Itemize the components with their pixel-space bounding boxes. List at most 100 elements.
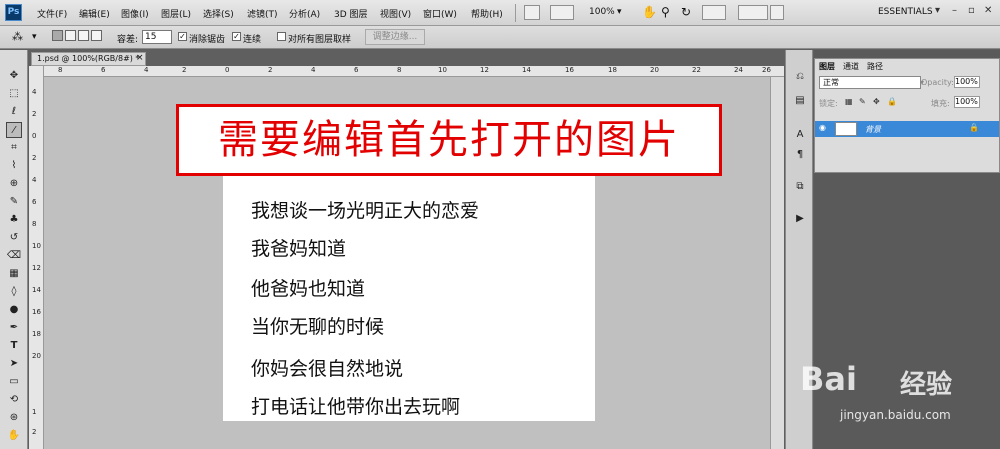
refine-edge-button[interactable]: 调整边缘... (365, 29, 425, 45)
view-extras-button[interactable] (550, 5, 574, 20)
workspace-switcher[interactable]: ESSENTIALS (878, 7, 933, 17)
actions-panel-icon[interactable]: ▤ (793, 94, 807, 108)
minimize-icon[interactable]: – (952, 5, 957, 16)
antialias-label: 消除锯齿 (189, 35, 226, 45)
fill-input[interactable]: 100% (954, 96, 980, 108)
preset-chevron-icon[interactable]: ▾ (32, 32, 37, 42)
menu-filter[interactable]: 滤镜(T) (247, 7, 278, 20)
blend-mode-select[interactable]: 正常 (819, 76, 921, 89)
chevron-down-icon[interactable]: ▾ (617, 7, 622, 17)
watermark-brand: Bai (800, 360, 857, 398)
lock-transparent-icon[interactable]: ▦ (845, 97, 853, 106)
blur-tool-icon[interactable]: ◊ (6, 284, 22, 300)
screen-mode-option-button[interactable] (770, 5, 784, 20)
ruler-tick-label: 6 (354, 66, 359, 74)
screen-mode-button[interactable] (738, 5, 768, 20)
poem-line: 我爸妈知道 (251, 238, 347, 260)
opacity-input[interactable]: 100% (954, 76, 980, 88)
3d-orbit-tool-icon[interactable]: ⊛ (6, 410, 22, 426)
magic-wand-preset-icon[interactable]: ⁂ (12, 30, 23, 43)
document-close-icon[interactable]: × (136, 53, 144, 63)
marquee-tool-icon[interactable]: ⬚ (6, 86, 22, 102)
document-image[interactable]: 我想谈一场光明正大的恋爱 我爸妈知道 他爸妈也知道 当你无聊的时候 你妈会很自然… (223, 176, 595, 421)
intersect-selection-icon[interactable] (91, 30, 102, 41)
move-tool-icon[interactable]: ✥ (6, 68, 22, 84)
layer-row-background[interactable]: ◉ 背景 🔒 (815, 121, 999, 137)
menu-view[interactable]: 视图(V) (380, 7, 411, 20)
zoom-level[interactable]: 100% (589, 7, 615, 17)
lock-position-icon[interactable]: ✥ (873, 97, 880, 106)
arrange-documents-button[interactable] (702, 5, 726, 20)
menu-file[interactable]: 文件(F) (37, 7, 67, 20)
history-panel-icon[interactable]: ⎌ (793, 70, 807, 84)
magic-wand-tool-icon[interactable]: ⁄ (6, 122, 22, 138)
tab-layers[interactable]: 图层 (819, 61, 835, 72)
tab-channels[interactable]: 通道 (843, 61, 859, 72)
ruler-tick-label: 16 (565, 66, 574, 74)
menu-3d-layer[interactable]: 3D 图层 (334, 7, 368, 20)
path-selection-tool-icon[interactable]: ➤ (6, 356, 22, 372)
animation-panel-icon[interactable]: ▶ (793, 212, 807, 226)
crop-tool-icon[interactable]: ⌗ (6, 140, 22, 156)
ruler-tick-label: 2 (32, 428, 37, 436)
layer-lock-icon: 🔒 (969, 123, 979, 132)
ruler-tick-label: 2 (268, 66, 273, 74)
3d-rotate-tool-icon[interactable]: ⟲ (6, 392, 22, 408)
visibility-eye-icon[interactable]: ◉ (819, 123, 826, 132)
dodge-tool-icon[interactable]: ● (6, 302, 22, 318)
options-bar: ⁂ ▾ 容差: 15 ✓ 消除锯齿 ✓ 连续 对所有图层取样 调整边缘... (0, 26, 1000, 49)
type-tool-icon[interactable]: T (6, 338, 22, 354)
sample-all-layers-checkbox[interactable] (277, 32, 286, 41)
ruler-tick-label: 8 (397, 66, 402, 74)
hand-tool-icon[interactable]: ✋ (6, 428, 22, 444)
menu-image[interactable]: 图像(I) (121, 7, 149, 20)
eyedropper-tool-icon[interactable]: ⌇ (6, 158, 22, 174)
healing-brush-tool-icon[interactable]: ⊕ (6, 176, 22, 192)
menu-window[interactable]: 窗口(W) (423, 7, 457, 20)
annotation-banner: 需要编辑首先打开的图片 (176, 104, 722, 176)
lock-all-icon[interactable]: 🔒 (887, 97, 897, 106)
poem-line: 我想谈一场光明正大的恋爱 (251, 200, 480, 222)
menu-help[interactable]: 帮助(H) (471, 7, 503, 20)
character-panel-icon[interactable]: A (793, 128, 807, 142)
gradient-tool-icon[interactable]: ▦ (6, 266, 22, 282)
tab-paths[interactable]: 路径 (867, 61, 883, 72)
menu-layer[interactable]: 图层(L) (161, 7, 191, 20)
rotate-view-icon[interactable]: ↻ (681, 5, 691, 19)
contiguous-checkbox[interactable]: ✓ (232, 32, 241, 41)
ruler-tick-label: 18 (32, 330, 41, 338)
ruler-tick-label: 20 (650, 66, 659, 74)
subtract-from-selection-icon[interactable] (78, 30, 89, 41)
layers-panel: 图层 通道 路径 正常 ▾ Opacity: 100% 锁定: ▦ ✎ ✥ 🔒 … (814, 58, 1000, 173)
brush-tool-icon[interactable]: ✎ (6, 194, 22, 210)
lasso-tool-icon[interactable]: ℓ (6, 104, 22, 120)
ruler-tick-label: 2 (182, 66, 187, 74)
tolerance-input[interactable]: 15 (142, 30, 172, 44)
ruler-tick-label: 4 (311, 66, 316, 74)
paragraph-panel-icon[interactable]: ¶ (793, 148, 807, 162)
banner-title: 需要编辑首先打开的图片 (218, 117, 680, 163)
ruler-tick-label: 4 (144, 66, 149, 74)
pen-tool-icon[interactable]: ✒ (6, 320, 22, 336)
hand-tool-icon[interactable]: ✋ (642, 5, 657, 19)
menu-edit[interactable]: 编辑(E) (79, 7, 110, 20)
lock-image-icon[interactable]: ✎ (859, 97, 866, 106)
sample-all-layers-label: 对所有图层取样 (288, 35, 352, 45)
clone-source-panel-icon[interactable]: ⧉ (793, 180, 807, 194)
menu-select[interactable]: 选择(S) (203, 7, 234, 20)
clone-stamp-tool-icon[interactable]: ♣ (6, 212, 22, 228)
ruler-tick-label: 1 (32, 408, 37, 416)
shape-tool-icon[interactable]: ▭ (6, 374, 22, 390)
antialias-checkbox[interactable]: ✓ (178, 32, 187, 41)
bridge-button[interactable] (524, 5, 540, 20)
eraser-tool-icon[interactable]: ⌫ (6, 248, 22, 264)
zoom-tool-icon[interactable]: ⚲ (661, 5, 670, 19)
new-selection-icon[interactable] (52, 30, 63, 41)
history-brush-tool-icon[interactable]: ↺ (6, 230, 22, 246)
close-icon[interactable]: ✕ (984, 5, 992, 16)
document-tab[interactable]: 1.psd @ 100%(RGB/8#) * (31, 52, 146, 66)
menu-analysis[interactable]: 分析(A) (289, 7, 320, 20)
restore-icon[interactable]: ▫ (968, 5, 975, 16)
workspace-chevron-icon[interactable]: ▾ (935, 5, 940, 16)
add-to-selection-icon[interactable] (65, 30, 76, 41)
